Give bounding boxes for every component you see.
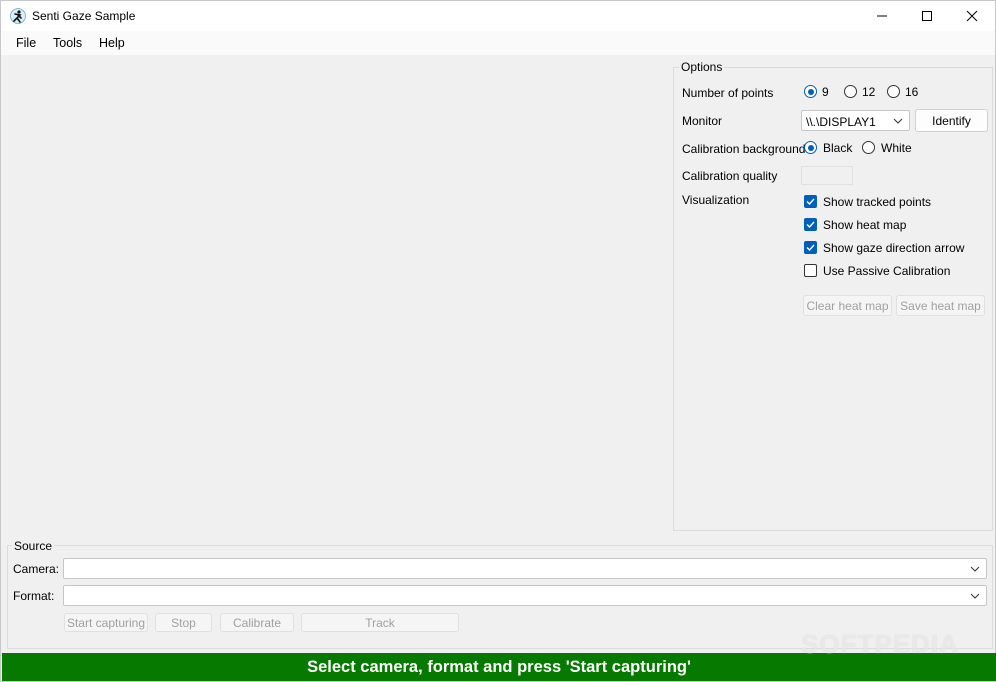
show-heat-map-checkbox[interactable] [804, 218, 817, 231]
identify-button[interactable]: Identify [915, 109, 988, 132]
chevron-down-icon [970, 593, 980, 599]
app-logo-icon [10, 8, 26, 24]
calibration-bg-radio-black[interactable] [804, 141, 817, 154]
save-heat-map-button[interactable]: Save heat map [896, 295, 985, 316]
calibration-bg-radio-white[interactable] [862, 141, 875, 154]
monitor-label: Monitor [682, 114, 723, 128]
format-label: Format: [13, 589, 55, 603]
calibration-background-label: Calibration background [682, 142, 806, 156]
menu-tools[interactable]: Tools [53, 36, 82, 50]
camera-select[interactable] [63, 558, 987, 579]
menu-bar: File Tools Help [1, 31, 995, 55]
format-select[interactable] [63, 585, 987, 606]
video-preview-area [3, 57, 669, 537]
minimize-button[interactable] [859, 1, 905, 31]
points-radio-9[interactable] [804, 85, 817, 98]
monitor-select-value: \\.\DISPLAY1 [806, 115, 876, 129]
start-capturing-button[interactable]: Start capturing [64, 613, 148, 632]
show-heat-map-label: Show heat map [823, 218, 907, 232]
calibration-bg-black-label: Black [823, 141, 853, 155]
stop-button[interactable]: Stop [155, 613, 212, 632]
calibration-bg-white-label: White [881, 141, 912, 155]
visualization-label: Visualization [682, 193, 750, 207]
options-group-title: Options [679, 60, 725, 74]
track-button[interactable]: Track [301, 613, 459, 632]
menu-help[interactable]: Help [99, 36, 125, 50]
points-radio-12-label: 12 [862, 85, 876, 99]
checkmark-icon [806, 244, 815, 252]
camera-label: Camera: [13, 562, 60, 576]
app-window: Senti Gaze Sample File Tools Help Option… [0, 0, 996, 682]
window-title: Senti Gaze Sample [32, 9, 136, 23]
show-tracked-points-label: Show tracked points [823, 195, 932, 209]
clear-heat-map-button[interactable]: Clear heat map [803, 295, 892, 316]
number-of-points-label: Number of points [682, 86, 774, 100]
title-bar: Senti Gaze Sample [1, 1, 995, 31]
menu-file[interactable]: File [16, 36, 36, 50]
calibration-quality-indicator [801, 166, 853, 185]
close-icon [966, 10, 978, 22]
points-radio-9-label: 9 [822, 85, 829, 99]
show-gaze-direction-arrow-checkbox[interactable] [804, 241, 817, 254]
use-passive-calibration-label: Use Passive Calibration [823, 264, 951, 278]
watermark: SOFTPEDIA [801, 629, 959, 659]
points-radio-12[interactable] [844, 85, 857, 98]
chevron-down-icon [970, 566, 980, 572]
maximize-icon [922, 11, 932, 21]
close-button[interactable] [949, 1, 995, 31]
checkmark-icon [806, 221, 815, 229]
minimize-icon [877, 15, 887, 17]
points-radio-16-label: 16 [905, 85, 919, 99]
show-gaze-direction-arrow-label: Show gaze direction arrow [823, 241, 965, 255]
maximize-button[interactable] [904, 1, 950, 31]
use-passive-calibration-checkbox[interactable] [804, 264, 817, 277]
calibrate-button[interactable]: Calibrate [220, 613, 294, 632]
source-group-title: Source [12, 539, 55, 553]
show-tracked-points-checkbox[interactable] [804, 195, 817, 208]
checkmark-icon [806, 198, 815, 206]
calibration-quality-label: Calibration quality [682, 169, 778, 183]
points-radio-16[interactable] [887, 85, 900, 98]
chevron-down-icon [893, 118, 903, 124]
status-message: Select camera, format and press 'Start c… [307, 657, 691, 676]
monitor-select[interactable]: \\.\DISPLAY1 [801, 110, 910, 131]
